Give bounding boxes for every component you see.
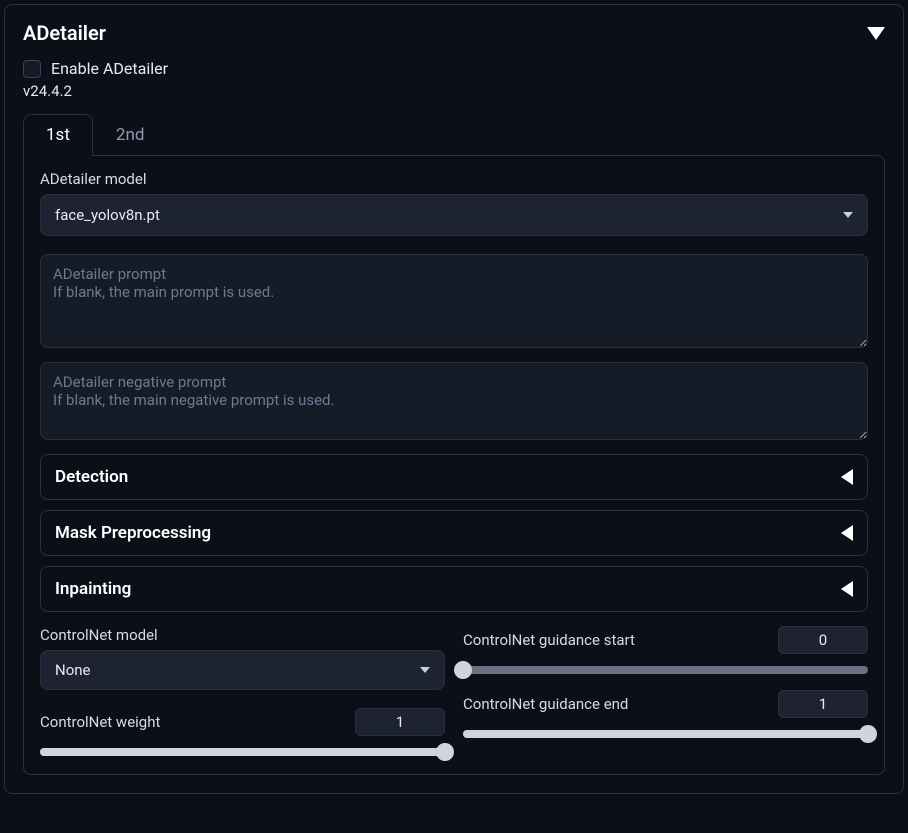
cn-gstart-slider[interactable] bbox=[463, 666, 868, 674]
cn-weight-input[interactable]: 1 bbox=[355, 708, 445, 736]
cn-weight-label: ControlNet weight bbox=[40, 713, 160, 731]
cn-gend-input[interactable]: 1 bbox=[778, 690, 868, 718]
prompt-textarea[interactable] bbox=[40, 254, 868, 348]
cn-model-label: ControlNet model bbox=[40, 626, 445, 644]
accordion-detection[interactable]: Detection bbox=[40, 454, 868, 500]
model-value: face_yolov8n.pt bbox=[55, 206, 160, 224]
panel-header: ADetailer bbox=[23, 21, 885, 45]
enable-label: Enable ADetailer bbox=[51, 59, 168, 78]
version-text: v24.4.2 bbox=[23, 82, 885, 100]
cn-gstart-label: ControlNet guidance start bbox=[463, 631, 635, 649]
slider-thumb[interactable] bbox=[454, 661, 472, 679]
cn-model-select[interactable]: None bbox=[40, 650, 445, 690]
accordion-detection-title: Detection bbox=[55, 467, 128, 487]
accordion-mask-title: Mask Preprocessing bbox=[55, 523, 211, 543]
chevron-left-icon bbox=[841, 581, 853, 597]
tabs: 1st 2nd bbox=[23, 114, 885, 155]
accordion-mask[interactable]: Mask Preprocessing bbox=[40, 510, 868, 556]
cn-gend-slider[interactable] bbox=[463, 730, 868, 738]
accordion-inpainting[interactable]: Inpainting bbox=[40, 566, 868, 612]
neg-prompt-textarea[interactable] bbox=[40, 362, 868, 440]
cn-gstart-input[interactable]: 0 bbox=[778, 626, 868, 654]
cn-weight-slider[interactable] bbox=[40, 748, 445, 756]
model-select[interactable]: face_yolov8n.pt bbox=[40, 194, 868, 236]
model-label: ADetailer model bbox=[40, 170, 868, 188]
tab-1st[interactable]: 1st bbox=[23, 114, 93, 156]
panel-title: ADetailer bbox=[23, 21, 106, 45]
cn-model-value: None bbox=[55, 661, 91, 679]
accordion-inpainting-title: Inpainting bbox=[55, 579, 131, 599]
controlnet-grid: ControlNet model None ControlNet weight … bbox=[40, 626, 868, 756]
enable-row: Enable ADetailer bbox=[23, 59, 885, 78]
tab-content: ADetailer model face_yolov8n.pt Detectio… bbox=[23, 155, 885, 775]
enable-checkbox[interactable] bbox=[23, 60, 41, 78]
cn-left-col: ControlNet model None ControlNet weight … bbox=[40, 626, 445, 756]
slider-thumb[interactable] bbox=[859, 725, 877, 743]
cn-gend-label: ControlNet guidance end bbox=[463, 695, 628, 713]
chevron-down-icon bbox=[843, 212, 853, 218]
chevron-left-icon bbox=[841, 525, 853, 541]
cn-right-col: ControlNet guidance start 0 ControlNet g… bbox=[463, 626, 868, 756]
slider-thumb[interactable] bbox=[436, 743, 454, 761]
collapse-icon[interactable] bbox=[867, 27, 885, 40]
adetailer-panel: ADetailer Enable ADetailer v24.4.2 1st 2… bbox=[4, 4, 904, 794]
tab-2nd[interactable]: 2nd bbox=[93, 114, 168, 155]
chevron-left-icon bbox=[841, 469, 853, 485]
chevron-down-icon bbox=[420, 667, 430, 673]
